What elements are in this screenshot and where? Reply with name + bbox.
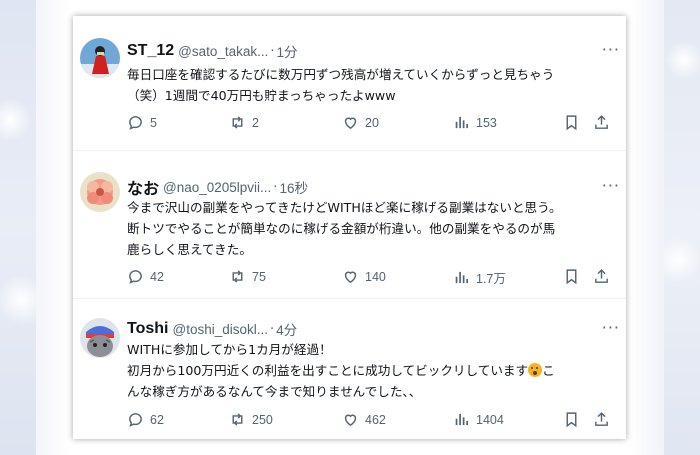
user-name[interactable]: なお: [127, 175, 159, 199]
tweet-text-segment: こ: [542, 363, 555, 378]
bookmark-icon: [566, 412, 577, 428]
retweet-button[interactable]: 75: [229, 268, 266, 285]
separator-dot: ·: [270, 43, 275, 59]
timestamp[interactable]: 16秒: [279, 177, 308, 197]
views-icon: [455, 271, 469, 284]
tweet-actions: 62 250 462 1404: [127, 411, 612, 431]
tweet-text-line: 毎日口座を確認するたびに数万円ずつ残高が増えていくからずっと見ちゃう: [127, 67, 555, 82]
views-button[interactable]: 1404: [453, 411, 504, 428]
tweet-text: 今まで沢山の副業をやってきたけどWITHほど楽に稼げる副業はないと思う。 断トツ…: [127, 197, 612, 260]
reply-icon: [129, 116, 142, 130]
tweet-text-line: 鹿らしく思えてきた。: [127, 242, 252, 257]
views-button[interactable]: 153: [453, 114, 497, 131]
retweet-count: 75: [252, 269, 266, 284]
separator-dot: ·: [273, 179, 278, 195]
tweet-header: ST_12 @sato_takak... · 1分: [127, 40, 616, 62]
tweet-list-panel: ST_12 @sato_takak... · 1分 ··· 毎日口座を確認するた…: [73, 16, 626, 439]
cat-avatar-icon[interactable]: [80, 318, 120, 358]
reply-button[interactable]: 62: [127, 411, 164, 428]
view-count: 1404: [476, 412, 504, 427]
tweet-actions: 5 2 20 153: [127, 114, 612, 134]
bookmark-button[interactable]: [563, 114, 586, 131]
tweet-1[interactable]: ST_12 @sato_takak... · 1分 ··· 毎日口座を確認するた…: [73, 16, 626, 151]
heart-icon: [344, 414, 357, 427]
retweet-icon: [232, 116, 243, 129]
retweet-icon: [232, 413, 243, 426]
bookmark-button[interactable]: [563, 268, 586, 285]
share-icon: [595, 412, 608, 426]
tweet-actions: 42 75 140 1.7万: [127, 268, 612, 288]
tweet-text-line: （笑）1週間で40万円も貯まっちゃったよwww: [127, 88, 396, 103]
tweet-text-line: んな稼ぎ方があるなんて今まで知りませんでした、、: [127, 384, 422, 399]
reply-icon: [129, 270, 142, 284]
share-icon: [595, 115, 608, 129]
flower-avatar-icon[interactable]: [80, 172, 120, 212]
like-count: 20: [365, 115, 379, 130]
user-name[interactable]: Toshi: [127, 320, 168, 338]
background-left: [0, 0, 36, 455]
retweet-icon: [232, 270, 243, 283]
user-name[interactable]: ST_12: [127, 42, 174, 60]
user-handle[interactable]: @nao_0205lpvii...: [163, 180, 271, 195]
tweet-text-line: WITHに参加してから1カ月が経過！: [127, 342, 332, 357]
views-icon: [455, 413, 469, 426]
share-button[interactable]: [593, 114, 616, 131]
bookmark-icon: [566, 269, 577, 285]
reply-count: 62: [150, 412, 164, 427]
like-count: 462: [365, 412, 386, 427]
view-count: 153: [476, 115, 497, 130]
bookmark-button[interactable]: [563, 411, 586, 428]
user-handle[interactable]: @toshi_disokl...: [172, 322, 268, 337]
retweet-count: 2: [252, 115, 259, 130]
bookmark-icon: [566, 115, 577, 131]
retweet-button[interactable]: 2: [229, 114, 259, 131]
tweet-text-segment: 初月から100万円近くの利益を出すことに成功してビックリしています: [127, 363, 529, 378]
retweet-count: 250: [252, 412, 273, 427]
user-handle[interactable]: @sato_takak...: [178, 44, 268, 59]
like-button[interactable]: 462: [342, 411, 386, 428]
like-button[interactable]: 140: [342, 268, 386, 285]
timestamp[interactable]: 4分: [276, 319, 297, 339]
tweet-header: なお @nao_0205lpvii... · 16秒: [127, 175, 616, 199]
reply-button[interactable]: 42: [127, 268, 164, 285]
tweet-text-line: 断トツでやることが簡単なのに稼げる金額が桁違い。他の副業をやるのが馬: [127, 221, 556, 236]
share-button[interactable]: [593, 268, 616, 285]
like-count: 140: [365, 269, 386, 284]
like-button[interactable]: 20: [342, 114, 379, 131]
more-options-icon[interactable]: ···: [602, 40, 620, 59]
heart-icon: [344, 117, 357, 130]
retweet-button[interactable]: 250: [229, 411, 273, 428]
more-options-icon[interactable]: ···: [602, 176, 620, 195]
reply-icon: [129, 413, 142, 427]
surprised-emoji-icon: [528, 363, 543, 377]
reply-count: 42: [150, 269, 164, 284]
tweet-text-line: 初月から100万円近くの利益を出すことに成功してビックリしていますこ: [127, 360, 612, 381]
view-count: 1.7万: [476, 272, 506, 286]
views-icon: [455, 116, 469, 129]
tweet-header: Toshi @toshi_disokl... · 4分: [127, 318, 616, 340]
separator-dot: ·: [269, 321, 275, 337]
background-right: [664, 0, 700, 455]
tweet-3[interactable]: Toshi @toshi_disokl... · 4分 ··· WITHに参加し…: [73, 298, 626, 439]
share-icon: [595, 269, 608, 283]
heart-icon: [344, 271, 357, 284]
views-button[interactable]: 1.7万: [453, 268, 506, 287]
climber-avatar-icon[interactable]: [80, 38, 120, 78]
reply-count: 5: [150, 115, 157, 130]
reply-button[interactable]: 5: [127, 114, 157, 131]
share-button[interactable]: [593, 411, 616, 428]
tweet-2[interactable]: なお @nao_0205lpvii... · 16秒 ··· 今まで沢山の副業を…: [73, 150, 626, 299]
tweet-text-line: 今まで沢山の副業をやってきたけどWITHほど楽に稼げる副業はないと思う。: [127, 200, 562, 215]
more-options-icon[interactable]: ···: [602, 318, 620, 337]
tweet-text: 毎日口座を確認するたびに数万円ずつ残高が増えていくからずっと見ちゃう （笑）1週…: [127, 64, 612, 106]
tweet-text: WITHに参加してから1カ月が経過！ 初月から100万円近くの利益を出すことに成…: [127, 339, 612, 402]
timestamp[interactable]: 1分: [277, 41, 298, 61]
